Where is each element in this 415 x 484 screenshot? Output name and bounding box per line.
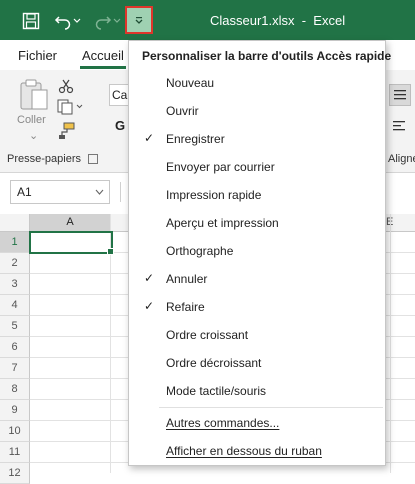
customize-dropdown-icon bbox=[135, 17, 143, 24]
window-title: Classeur1.xlsx - Excel bbox=[210, 13, 346, 28]
menu-item-label: Nouveau bbox=[166, 76, 215, 90]
menu-title: Personnaliser la barre d'outils Accès ra… bbox=[142, 49, 392, 63]
menu-item-label: Refaire bbox=[166, 300, 205, 314]
menu-item-more-commands[interactable]: Autres commandes... bbox=[130, 409, 384, 437]
gridline bbox=[390, 214, 391, 473]
menu-item-label: Envoyer par courrier bbox=[166, 160, 275, 174]
row-header[interactable]: 7 bbox=[0, 358, 30, 379]
menu-item-label: Ordre décroissant bbox=[166, 356, 262, 370]
align-left-icon[interactable] bbox=[389, 116, 409, 136]
check-icon: ✓ bbox=[144, 131, 155, 145]
save-icon[interactable] bbox=[18, 8, 44, 34]
active-cell-a1[interactable] bbox=[29, 231, 113, 254]
paste-label[interactable]: Coller bbox=[17, 114, 46, 126]
paste-dropdown-icon[interactable]: ⌄ bbox=[29, 129, 38, 142]
menu-item-label: Aperçu et impression bbox=[166, 216, 279, 230]
name-box[interactable]: A1 bbox=[10, 180, 110, 204]
menu-item-new[interactable]: Nouveau bbox=[130, 69, 384, 97]
active-tab-indicator bbox=[80, 66, 126, 69]
format-painter-icon[interactable] bbox=[57, 122, 75, 143]
customize-qat-button[interactable] bbox=[125, 6, 153, 34]
row-header[interactable]: 3 bbox=[0, 274, 30, 295]
menu-item-label: Orthographe bbox=[166, 244, 234, 258]
customize-qat-menu: Personnaliser la barre d'outils Accès ra… bbox=[128, 40, 391, 466]
menu-item-label: Autres commandes... bbox=[166, 416, 280, 430]
menu-item-sort-descending[interactable]: Ordre décroissant bbox=[130, 349, 384, 377]
menu-item-undo[interactable]: ✓ Annuler bbox=[130, 265, 384, 293]
clipboard-group-label: Presse-papiers bbox=[7, 153, 81, 165]
row-header[interactable]: 11 bbox=[0, 442, 30, 463]
row-header[interactable]: 12 bbox=[0, 463, 30, 484]
copy-icon[interactable] bbox=[57, 99, 83, 118]
redo-dropdown-icon[interactable] bbox=[110, 8, 124, 34]
name-box-dropdown-icon[interactable] bbox=[95, 189, 104, 195]
menu-item-label: Afficher en dessous du ruban bbox=[166, 444, 322, 458]
alignment-group-label: Aligne bbox=[388, 153, 415, 165]
title-bar: Classeur1.xlsx - Excel bbox=[0, 0, 415, 40]
clipboard-launcher-icon[interactable] bbox=[88, 154, 98, 164]
undo-dropdown-icon[interactable] bbox=[70, 8, 84, 34]
bold-button[interactable]: G bbox=[115, 118, 125, 133]
row-header[interactable]: 4 bbox=[0, 295, 30, 316]
row-header[interactable]: 5 bbox=[0, 316, 30, 337]
row-header[interactable]: 8 bbox=[0, 379, 30, 400]
tab-home[interactable]: Accueil bbox=[82, 48, 124, 63]
row-header[interactable]: 9 bbox=[0, 400, 30, 421]
menu-separator bbox=[159, 407, 383, 408]
menu-item-label: Mode tactile/souris bbox=[166, 384, 267, 398]
menu-item-email[interactable]: Envoyer par courrier bbox=[130, 153, 384, 181]
menu-item-sort-ascending[interactable]: Ordre croissant bbox=[130, 321, 384, 349]
name-box-value: A1 bbox=[17, 185, 32, 199]
menu-item-redo[interactable]: ✓ Refaire bbox=[130, 293, 384, 321]
align-top-icon[interactable] bbox=[389, 84, 411, 106]
menu-item-print-preview[interactable]: Aperçu et impression bbox=[130, 209, 384, 237]
menu-item-label: Enregistrer bbox=[166, 132, 225, 146]
tab-file[interactable]: Fichier bbox=[18, 48, 57, 63]
select-all-corner[interactable] bbox=[0, 214, 30, 232]
menu-item-label: Annuler bbox=[166, 272, 208, 286]
menu-item-label: Impression rapide bbox=[166, 188, 262, 202]
row-header[interactable]: 1 bbox=[0, 232, 31, 253]
menu-item-label: Ouvrir bbox=[166, 104, 199, 118]
menu-item-label: Ordre croissant bbox=[166, 328, 249, 342]
formula-bar-divider bbox=[120, 182, 121, 202]
row-header[interactable]: 2 bbox=[0, 253, 30, 274]
menu-item-open[interactable]: Ouvrir bbox=[130, 97, 384, 125]
menu-item-touch-mode[interactable]: Mode tactile/souris bbox=[130, 377, 384, 405]
check-icon: ✓ bbox=[144, 299, 155, 313]
menu-item-quick-print[interactable]: Impression rapide bbox=[130, 181, 384, 209]
cut-icon[interactable] bbox=[58, 78, 74, 97]
fill-handle[interactable] bbox=[107, 248, 114, 255]
menu-item-spelling[interactable]: Orthographe bbox=[130, 237, 384, 265]
menu-item-save[interactable]: ✓ Enregistrer bbox=[130, 125, 384, 153]
check-icon: ✓ bbox=[144, 271, 155, 285]
menu-item-show-below-ribbon[interactable]: Afficher en dessous du ruban bbox=[130, 437, 384, 465]
row-header[interactable]: 10 bbox=[0, 421, 30, 442]
row-header[interactable]: 6 bbox=[0, 337, 30, 358]
paste-icon[interactable] bbox=[18, 78, 50, 115]
